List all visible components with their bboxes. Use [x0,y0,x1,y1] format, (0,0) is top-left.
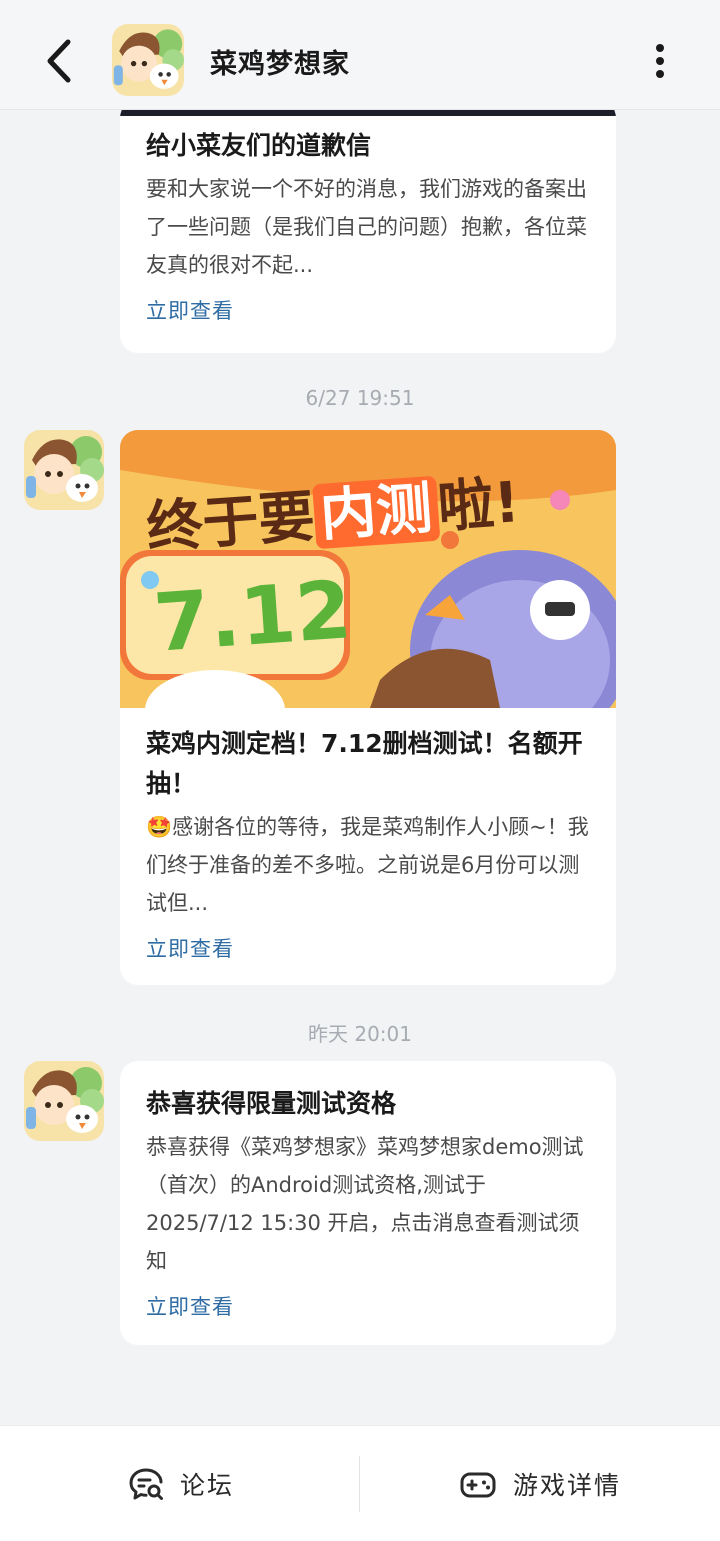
game-avatar[interactable] [112,24,184,96]
message-list[interactable]: 给小菜友们的道歉信 要和大家说一个不好的消息，我们游戏的备案出了一些问题（是我们… [0,110,720,1425]
message-title: 给小菜友们的道歉信 [146,131,372,160]
message-description: 🤩感谢各位的等待，我是菜鸡制作人小顾~！我们终于准备的差不多啦。之前说是6月份可… [146,815,589,915]
message-description: 要和大家说一个不好的消息，我们游戏的备案出了一些问题（是我们自己的问题）抱歉，各… [146,177,587,277]
banner-headline-prefix: 终于要 [144,484,317,561]
top-navigation-bar: 菜鸡梦想家 [0,0,720,110]
forum-label: 论坛 [180,1471,235,1500]
message-title: 恭喜获得限量测试资格 [146,1089,397,1118]
message-card[interactable]: 给小菜友们的道歉信 要和大家说一个不好的消息，我们游戏的备案出了一些问题（是我们… [120,110,616,353]
view-now-link[interactable]: 立即查看 [146,1292,234,1322]
more-vertical-icon [656,44,664,78]
game-logo-icon [24,1061,104,1141]
bottom-action-bar: 论坛 游戏详情 [0,1425,720,1541]
view-now-link[interactable]: 立即查看 [146,296,234,326]
message-timestamp: 6/27 19:51 [305,386,415,410]
sender-avatar[interactable] [24,1061,104,1141]
game-logo-icon [24,430,104,510]
page-title: 菜鸡梦想家 [210,49,350,80]
divider [359,1456,360,1512]
game-details-label: 游戏详情 [513,1471,622,1500]
message-card[interactable]: 终于要内测啦! 7.12 菜鸡内测定档！7.12删档测试！名额开抽！ 🤩感谢各位… [120,430,616,985]
message-banner-image: 终于要内测啦! 7.12 [120,430,616,708]
message-card[interactable]: 恭喜获得限量测试资格 恭喜获得《菜鸡梦想家》菜鸡梦想家demo测试（首次）的An… [120,1061,616,1345]
game-logo-icon [112,24,184,96]
message-timestamp: 昨天 20:01 [308,1022,412,1046]
message-title: 菜鸡内测定档！7.12删档测试！名额开抽！ [146,729,583,798]
message-description: 恭喜获得《菜鸡梦想家》菜鸡梦想家demo测试（首次）的Android测试资格,测… [146,1135,584,1273]
sender-avatar[interactable] [24,430,104,510]
back-button[interactable] [34,36,84,86]
banner-headline-suffix: 啦! [435,470,522,541]
message-banner-image [120,110,616,116]
chat-search-icon [129,1468,163,1500]
banner-headline-highlight: 内测 [312,475,441,550]
game-details-button[interactable]: 游戏详情 [459,1426,621,1541]
back-arrow-icon [47,39,71,83]
banner-date: 7.12 [150,563,355,670]
view-now-link[interactable]: 立即查看 [146,934,234,964]
gamepad-icon [460,1472,496,1498]
forum-button[interactable]: 论坛 [128,1426,234,1541]
more-options-button[interactable] [640,40,680,80]
